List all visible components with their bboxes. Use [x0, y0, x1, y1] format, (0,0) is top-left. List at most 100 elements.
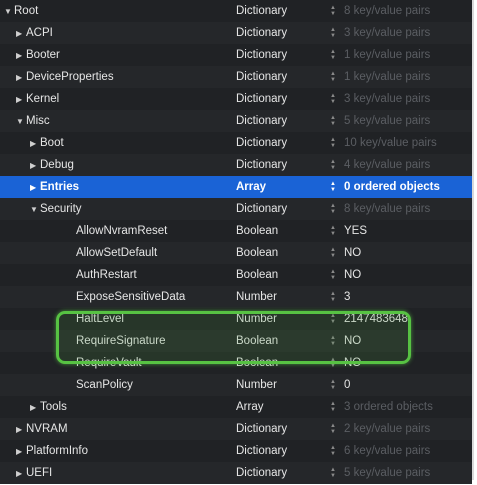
row-key: ▶ NVRAM: [16, 418, 68, 441]
plist-row-booter[interactable]: ▶ Booter Dictionary ▲ ▼ 1 key/value pairs: [0, 44, 472, 66]
row-value: 1 key/value pairs: [344, 71, 431, 83]
row-type[interactable]: Dictionary: [236, 66, 287, 88]
up-down-stepper-icon[interactable]: ▲ ▼: [329, 313, 337, 325]
row-value[interactable]: 0 ordered objects: [344, 176, 440, 198]
up-down-stepper-icon[interactable]: ▲ ▼: [329, 467, 337, 479]
row-type[interactable]: Boolean: [236, 242, 278, 264]
row-value[interactable]: YES: [344, 220, 367, 242]
up-down-stepper-icon[interactable]: ▲ ▼: [329, 423, 337, 435]
row-key: ▶ DeviceProperties: [16, 66, 114, 89]
row-type[interactable]: Number: [236, 286, 277, 308]
up-down-stepper-icon[interactable]: ▲ ▼: [329, 269, 337, 281]
row-type[interactable]: Array: [236, 396, 263, 418]
plist-row-security[interactable]: ▼ Security Dictionary ▲ ▼ 8 key/value pairs: [0, 198, 472, 220]
plist-row-entries[interactable]: ▶ Entries Array ▲ ▼ 0 ordered objects: [0, 176, 472, 198]
row-type[interactable]: Dictionary: [236, 0, 287, 22]
disclosure-triangle-right-icon[interactable]: ▶: [16, 463, 26, 485]
plist-row-tools[interactable]: ▶ Tools Array ▲ ▼ 3 ordered objects: [0, 396, 472, 418]
plist-row-requiresignature[interactable]: RequireSignature Boolean ▲ ▼ NO: [0, 330, 472, 352]
row-value[interactable]: 3: [344, 286, 350, 308]
row-key-label: Debug: [40, 159, 74, 171]
row-value[interactable]: 2147483648: [344, 308, 408, 330]
plist-row-acpi[interactable]: ▶ ACPI Dictionary ▲ ▼ 3 key/value pairs: [0, 22, 472, 44]
up-down-stepper-icon[interactable]: ▲ ▼: [329, 203, 337, 215]
up-down-stepper-icon[interactable]: ▲ ▼: [329, 379, 337, 391]
row-value[interactable]: NO: [344, 352, 361, 374]
row-type[interactable]: Dictionary: [236, 22, 287, 44]
row-type[interactable]: Array: [236, 176, 266, 198]
plist-row-misc[interactable]: ▼ Misc Dictionary ▲ ▼ 5 key/value pairs: [0, 110, 472, 132]
disclosure-triangle-right-icon[interactable]: ▶: [16, 23, 26, 45]
disclosure-triangle-right-icon[interactable]: ▶: [16, 419, 26, 441]
plist-row-haltlevel[interactable]: HaltLevel Number ▲ ▼ 2147483648: [0, 308, 472, 330]
disclosure-triangle-down-icon[interactable]: ▼: [16, 111, 26, 133]
disclosure-triangle-right-icon[interactable]: ▶: [30, 133, 40, 155]
plist-row-nvram[interactable]: ▶ NVRAM Dictionary ▲ ▼ 2 key/value pairs: [0, 418, 472, 440]
disclosure-triangle-right-icon[interactable]: ▶: [16, 67, 26, 89]
row-value: 6 key/value pairs: [344, 445, 431, 457]
up-down-stepper-icon[interactable]: ▲ ▼: [329, 27, 337, 39]
disclosure-triangle-right-icon[interactable]: ▶: [16, 89, 26, 111]
up-down-stepper-icon[interactable]: ▲ ▼: [329, 357, 337, 369]
plist-row-boot[interactable]: ▶ Boot Dictionary ▲ ▼ 10 key/value pairs: [0, 132, 472, 154]
disclosure-triangle-right-icon[interactable]: ▶: [16, 441, 26, 463]
row-type[interactable]: Dictionary: [236, 44, 287, 66]
plist-row-authrestart[interactable]: AuthRestart Boolean ▲ ▼ NO: [0, 264, 472, 286]
row-type[interactable]: Boolean: [236, 264, 278, 286]
disclosure-triangle-right-icon[interactable]: ▶: [30, 155, 40, 177]
disclosure-triangle-right-icon[interactable]: ▶: [30, 397, 40, 419]
up-down-stepper-icon[interactable]: ▲ ▼: [329, 181, 337, 193]
up-down-stepper-icon[interactable]: ▲ ▼: [329, 401, 337, 413]
up-down-stepper-icon[interactable]: ▲ ▼: [329, 247, 337, 259]
disclosure-triangle-right-icon[interactable]: ▶: [30, 177, 40, 199]
plist-row-exposesensitivedata[interactable]: ExposeSensitiveData Number ▲ ▼ 3: [0, 286, 472, 308]
row-type[interactable]: Boolean: [236, 330, 278, 352]
up-down-stepper-icon[interactable]: ▲ ▼: [329, 291, 337, 303]
row-value[interactable]: NO: [344, 330, 361, 352]
plist-row-root[interactable]: ▼ Root Dictionary ▲ ▼ 8 key/value pairs: [0, 0, 472, 22]
row-type[interactable]: Dictionary: [236, 132, 287, 154]
plist-row-deviceproperties[interactable]: ▶ DeviceProperties Dictionary ▲ ▼ 1 key/value…: [0, 66, 472, 88]
disclosure-triangle-down-icon[interactable]: ▼: [4, 1, 14, 23]
plist-row-allowsetdefault[interactable]: AllowSetDefault Boolean ▲ ▼ NO: [0, 242, 472, 264]
row-type[interactable]: Boolean: [236, 352, 278, 374]
plist-row-platforminfo[interactable]: ▶ PlatformInfo Dictionary ▲ ▼ 6 key/value pai…: [0, 440, 472, 462]
plist-row-allownvramreset[interactable]: AllowNvramReset Boolean ▲ ▼ YES: [0, 220, 472, 242]
plist-row-uefi[interactable]: ▶ UEFI Dictionary ▲ ▼ 5 key/value pairs: [0, 462, 472, 484]
row-type[interactable]: Dictionary: [236, 110, 287, 132]
row-value: 4 key/value pairs: [344, 159, 431, 171]
up-down-stepper-icon[interactable]: ▲ ▼: [329, 445, 337, 457]
disclosure-triangle-right-icon[interactable]: ▶: [16, 45, 26, 67]
disclosure-triangle-down-icon[interactable]: ▼: [30, 199, 40, 221]
row-type[interactable]: Dictionary: [236, 154, 287, 176]
row-type[interactable]: Number: [236, 308, 277, 330]
row-value[interactable]: 0: [344, 374, 350, 396]
row-type[interactable]: Boolean: [236, 220, 278, 242]
row-type[interactable]: Dictionary: [236, 88, 287, 110]
row-value: 1 key/value pairs: [344, 49, 431, 61]
up-down-stepper-icon[interactable]: ▲ ▼: [329, 71, 337, 83]
row-type[interactable]: Dictionary: [236, 440, 287, 462]
plist-row-scanpolicy[interactable]: ScanPolicy Number ▲ ▼ 0: [0, 374, 472, 396]
row-type[interactable]: Dictionary: [236, 418, 287, 440]
up-down-stepper-icon[interactable]: ▲ ▼: [329, 5, 337, 17]
up-down-stepper-icon[interactable]: ▲ ▼: [329, 115, 337, 127]
row-key: ▶ Kernel: [16, 88, 59, 111]
up-down-stepper-icon[interactable]: ▲ ▼: [329, 159, 337, 171]
up-down-stepper-icon[interactable]: ▲ ▼: [329, 335, 337, 347]
row-value[interactable]: NO: [344, 242, 361, 264]
plist-row-requirevault[interactable]: RequireVault Boolean ▲ ▼ NO: [0, 352, 472, 374]
up-down-stepper-icon[interactable]: ▲ ▼: [329, 137, 337, 149]
row-type[interactable]: Number: [236, 374, 277, 396]
row-key: ▶ Boot: [30, 132, 64, 155]
row-key: RequireVault: [76, 352, 142, 374]
up-down-stepper-icon[interactable]: ▲ ▼: [329, 49, 337, 61]
row-key: ▶ Entries: [30, 176, 79, 199]
row-type[interactable]: Dictionary: [236, 198, 287, 220]
plist-row-kernel[interactable]: ▶ Kernel Dictionary ▲ ▼ 3 key/value pairs: [0, 88, 472, 110]
up-down-stepper-icon[interactable]: ▲ ▼: [329, 225, 337, 237]
up-down-stepper-icon[interactable]: ▲ ▼: [329, 93, 337, 105]
row-value[interactable]: NO: [344, 264, 361, 286]
plist-row-debug[interactable]: ▶ Debug Dictionary ▲ ▼ 4 key/value pairs: [0, 154, 472, 176]
row-type[interactable]: Dictionary: [236, 462, 287, 484]
